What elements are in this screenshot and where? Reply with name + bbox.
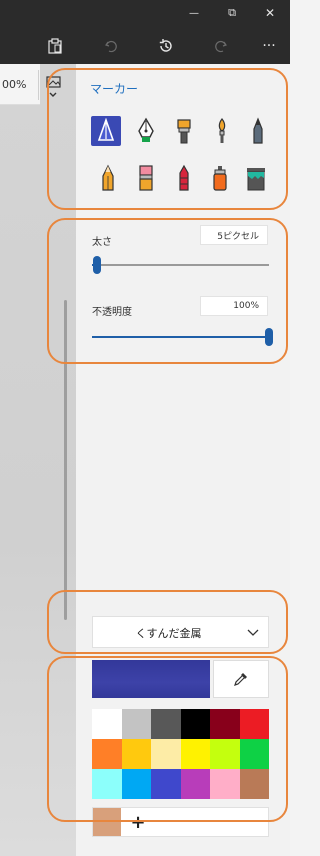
color-swatch[interactable] [180,709,210,739]
history-button[interactable] [153,34,179,58]
opacity-slider-thumb[interactable] [265,328,273,346]
thickness-value-field[interactable]: 5ピクセル [200,225,268,245]
crop-button[interactable] [44,74,64,100]
more-icon: ··· [262,38,276,54]
plus-icon: + [130,811,146,833]
history-icon [159,39,172,52]
color-swatch[interactable] [92,739,122,769]
color-swatch[interactable] [92,769,122,799]
undo-button[interactable] [98,34,124,58]
custom-color-swatch[interactable] [93,808,121,836]
current-color-swatch[interactable] [92,660,210,698]
texture-selected: くすんだ金属 [135,627,202,640]
color-swatch[interactable] [180,739,210,769]
eyedropper-icon [234,673,247,686]
color-swatch[interactable] [92,709,122,739]
paste-button[interactable] [42,34,68,58]
redo-icon [215,40,227,53]
brush-section-title: マーカー [90,82,139,96]
pencil-fine-tool[interactable] [243,116,273,146]
opacity-slider[interactable] [92,328,273,346]
crayon-icon [179,164,189,191]
color-swatch[interactable] [151,739,181,769]
opacity-value: 100% [233,301,259,311]
opacity-label: 不透明度 [92,307,132,318]
pencil-icon [102,164,114,191]
more-button[interactable]: ··· [256,34,282,58]
pencil-fine-icon [253,117,263,144]
restore-icon: ⧉ [228,6,236,19]
eraser-icon [139,165,153,191]
eraser-tool[interactable] [131,163,161,193]
chevron-down-icon [247,629,259,636]
oil-brush-icon [177,119,191,144]
thickness-value: 5ピクセル [217,231,259,242]
divider [38,70,39,100]
color-swatch[interactable] [180,769,210,799]
watercolor-brush-icon [218,118,226,143]
pixel-pen-tool[interactable] [241,163,271,193]
spray-can-icon [213,166,227,191]
color-swatch[interactable] [121,769,151,799]
calligraphy-pen-icon [97,118,115,141]
fountain-pen-tool[interactable] [131,116,161,146]
fountain-pen-icon [138,117,154,142]
close-button[interactable]: ✕ [256,2,284,24]
redo-button[interactable] [208,34,234,58]
close-icon: ✕ [264,6,276,20]
restore-button[interactable]: ⧉ [218,2,246,24]
title-bar: — ⧉ ✕ ··· [0,0,290,64]
undo-icon [105,40,117,53]
minimize-icon: — [189,7,199,19]
watercolor-brush-tool[interactable] [207,116,237,146]
color-swatch[interactable] [210,739,240,769]
thickness-slider-thumb[interactable] [93,256,102,274]
color-swatch[interactable] [239,769,269,799]
opacity-slider-fill [92,336,269,338]
pencil-tool[interactable] [93,163,123,193]
minimize-button[interactable]: — [180,2,208,24]
thickness-slider[interactable] [92,256,269,274]
add-color-button[interactable]: + [123,808,153,836]
color-swatch[interactable] [210,769,240,799]
oil-brush-tool[interactable] [169,116,199,146]
opacity-value-field[interactable]: 100% [200,296,268,316]
color-swatch[interactable] [121,739,151,769]
thickness-label: 太さ [92,237,112,248]
pixel-pen-icon [247,168,265,191]
vertical-scrollbar[interactable] [64,300,67,620]
texture-dropdown[interactable]: くすんだ金属 [92,616,269,648]
color-swatch[interactable] [210,709,240,739]
color-swatch[interactable] [151,769,181,799]
color-palette [92,709,269,799]
crop-icon [46,76,61,97]
color-swatch[interactable] [151,709,181,739]
color-swatch[interactable] [239,709,269,739]
color-swatch[interactable] [121,709,151,739]
zoom-level: 00% [2,78,27,91]
spray-can-tool[interactable] [205,163,235,193]
crayon-tool[interactable] [169,163,199,193]
calligraphy-pen-tool[interactable] [91,116,121,146]
custom-colors-row: + [92,807,269,837]
eyedropper-button[interactable] [213,660,269,698]
color-swatch[interactable] [239,739,269,769]
paste-icon [48,38,62,54]
zoom-control[interactable]: 00% [0,64,40,105]
